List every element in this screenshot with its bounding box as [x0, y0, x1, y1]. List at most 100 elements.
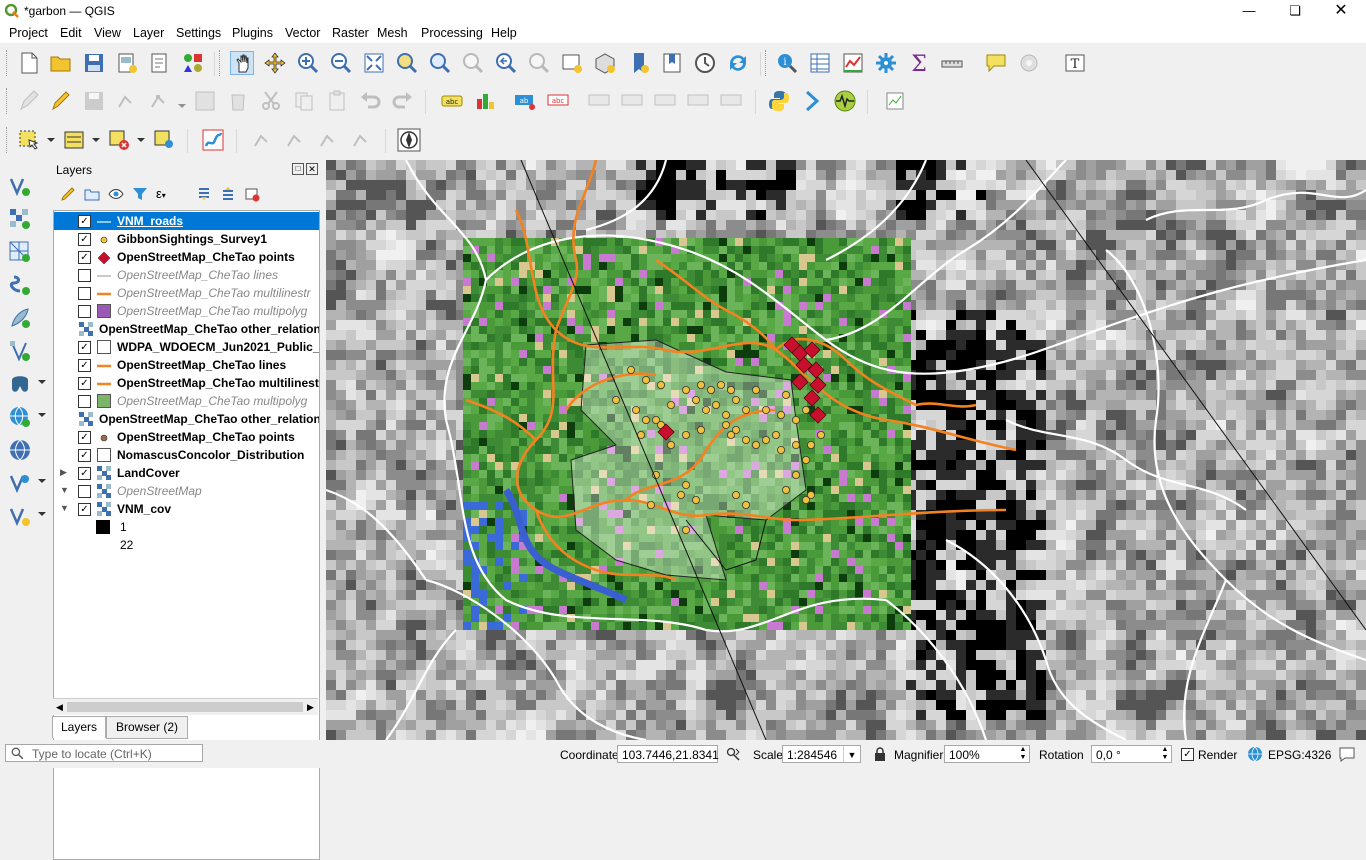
undo-icon[interactable] — [358, 89, 382, 113]
select-location-icon[interactable] — [152, 128, 176, 152]
crs-label[interactable]: EPSG:4326 — [1268, 748, 1331, 762]
layer-row[interactable]: ✓ NomascusConcolor_Distribution — [54, 446, 319, 464]
menu-processing[interactable]: Processing — [421, 26, 483, 40]
layer-row[interactable]: ✓ OpenStreetMap_CheTao points — [54, 248, 319, 266]
digitize-tool-3-icon[interactable] — [317, 128, 341, 152]
field-calculator-icon[interactable] — [841, 51, 865, 75]
plugin-signal-icon[interactable] — [833, 89, 857, 113]
map-canvas[interactable] — [326, 160, 1366, 740]
pan-to-selection-icon[interactable] — [263, 51, 287, 75]
new-project-icon[interactable] — [17, 51, 41, 75]
float-panel-icon[interactable]: □ — [292, 163, 304, 175]
manage-visibility-icon[interactable] — [108, 186, 124, 202]
lock-scale-icon[interactable] — [874, 747, 886, 761]
layer-row[interactable]: 22 — [54, 536, 319, 554]
layout-manager-icon[interactable] — [148, 51, 172, 75]
zoom-last-icon[interactable] — [494, 51, 518, 75]
layer-row[interactable]: ▶ ✓ LandCover — [54, 464, 319, 482]
change-label-icon[interactable] — [686, 89, 710, 113]
add-group-icon[interactable] — [84, 186, 100, 202]
magnifier-spinbox[interactable]: 100% ▲ ▼ — [944, 745, 1030, 763]
messages-icon[interactable] — [1338, 745, 1356, 763]
diagram-options-icon[interactable] — [473, 89, 497, 113]
move-label-icon[interactable] — [620, 89, 644, 113]
measure-line-icon[interactable] — [940, 51, 964, 75]
layer-row[interactable]: OpenStreetMap_CheTao multipolyg — [54, 302, 319, 320]
pan-map-icon[interactable] — [230, 51, 254, 75]
remove-layer-icon[interactable] — [244, 186, 260, 202]
add-wcs-layer-icon[interactable] — [8, 471, 32, 495]
layer-visibility-checkbox[interactable]: ✓ — [78, 215, 91, 228]
select-features-icon[interactable] — [17, 128, 41, 152]
menu-edit[interactable]: Edit — [60, 26, 82, 40]
plugin-chart-icon[interactable] — [883, 89, 907, 113]
layer-visibility-checkbox[interactable]: ✓ — [78, 467, 91, 480]
paste-features-icon[interactable] — [325, 89, 349, 113]
open-layer-styling-icon[interactable] — [60, 186, 76, 202]
layer-visibility-checkbox[interactable]: ✓ — [78, 449, 91, 462]
new-print-layout-icon[interactable] — [115, 51, 139, 75]
label-properties-icon[interactable] — [719, 89, 743, 113]
layer-visibility-checkbox[interactable] — [78, 305, 91, 318]
collapse-all-icon[interactable] — [220, 186, 236, 202]
layer-visibility-checkbox[interactable]: ✓ — [78, 377, 91, 390]
add-mesh-layer-icon[interactable] — [8, 240, 32, 264]
zoom-next-icon[interactable] — [527, 51, 551, 75]
python-console-icon[interactable] — [767, 89, 791, 113]
layer-row[interactable]: ✓ VNM_roads — [54, 212, 319, 230]
new-map-view-icon[interactable] — [560, 51, 584, 75]
tab-layers[interactable]: Layers — [52, 716, 106, 738]
show-bookmarks-icon[interactable] — [660, 51, 684, 75]
collapse-arrow-icon[interactable]: ▼ — [60, 485, 69, 495]
processing-toolbox-icon[interactable] — [874, 51, 898, 75]
rotation-spin-icon[interactable]: ▲ ▼ — [1159, 746, 1171, 762]
text-annotation-icon[interactable]: T — [1063, 51, 1087, 75]
menu-mesh[interactable]: Mesh — [377, 26, 408, 40]
layer-row[interactable]: 1 — [54, 518, 319, 536]
attribute-table-icon[interactable] — [808, 51, 832, 75]
layer-tree-scrollbar[interactable]: ◀ ▶ — [53, 698, 318, 715]
render-checkbox[interactable]: ✓ — [1181, 748, 1194, 761]
minimize-button[interactable]: — — [1226, 0, 1272, 23]
layer-row[interactable]: OpenStreetMap_CheTao multipolyg — [54, 392, 319, 410]
filter-expression-icon[interactable]: ε▾ — [156, 186, 176, 202]
layer-visibility-checkbox[interactable] — [78, 269, 91, 282]
current-edits-icon[interactable] — [17, 89, 41, 113]
layer-visibility-checkbox[interactable] — [78, 485, 91, 498]
zoom-to-layer-icon[interactable] — [428, 51, 452, 75]
tab-browser[interactable]: Browser (2) — [106, 716, 188, 739]
decorations-icon[interactable] — [1017, 51, 1041, 75]
scale-combo[interactable]: 1:284546 ▼ — [782, 745, 861, 763]
zoom-out-icon[interactable] — [329, 51, 353, 75]
digitize-tool-1-icon[interactable] — [251, 128, 275, 152]
menu-project[interactable]: Project — [9, 26, 48, 40]
layer-row[interactable]: OpenStreetMap_CheTao other_relations — [54, 410, 319, 428]
rotate-label-icon[interactable] — [653, 89, 677, 113]
new-3d-view-icon[interactable] — [593, 51, 617, 75]
menu-raster[interactable]: Raster — [332, 26, 369, 40]
refresh-icon[interactable] — [726, 51, 750, 75]
layer-row[interactable]: ✓ OpenStreetMap_CheTao points — [54, 428, 319, 446]
zoom-to-selection-icon[interactable] — [395, 51, 419, 75]
zoom-native-icon[interactable] — [461, 51, 485, 75]
style-manager-icon[interactable] — [181, 51, 205, 75]
layer-visibility-checkbox[interactable]: ✓ — [78, 233, 91, 246]
maximize-button[interactable]: ❏ — [1272, 0, 1318, 23]
layer-row[interactable]: ✓ OpenStreetMap_CheTao multilinestr — [54, 374, 319, 392]
label-toolbar-icon[interactable]: abc — [440, 89, 464, 113]
redo-icon[interactable] — [391, 89, 415, 113]
locator-search[interactable]: Type to locate (Ctrl+K) — [5, 744, 203, 762]
open-project-icon[interactable] — [49, 51, 73, 75]
add-other-layer-icon[interactable] — [8, 504, 32, 528]
modify-attributes-icon[interactable] — [193, 89, 217, 113]
layer-row[interactable]: OpenStreetMap_CheTao other_relations — [54, 320, 319, 338]
menu-help[interactable]: Help — [491, 26, 517, 40]
add-virtual-layer-icon[interactable] — [8, 339, 32, 363]
layer-visibility-checkbox[interactable]: ✓ — [78, 431, 91, 444]
coordinate-field[interactable]: 103.7446,21.8341 — [617, 745, 719, 763]
select-by-value-icon[interactable] — [62, 128, 86, 152]
layer-row[interactable]: ✓ GibbonSightings_Survey1 — [54, 230, 319, 248]
layer-row[interactable]: ▼ OpenStreetMap — [54, 482, 319, 500]
save-project-icon[interactable] — [82, 51, 106, 75]
layer-row[interactable]: ▼ ✓ VNM_cov — [54, 500, 319, 518]
